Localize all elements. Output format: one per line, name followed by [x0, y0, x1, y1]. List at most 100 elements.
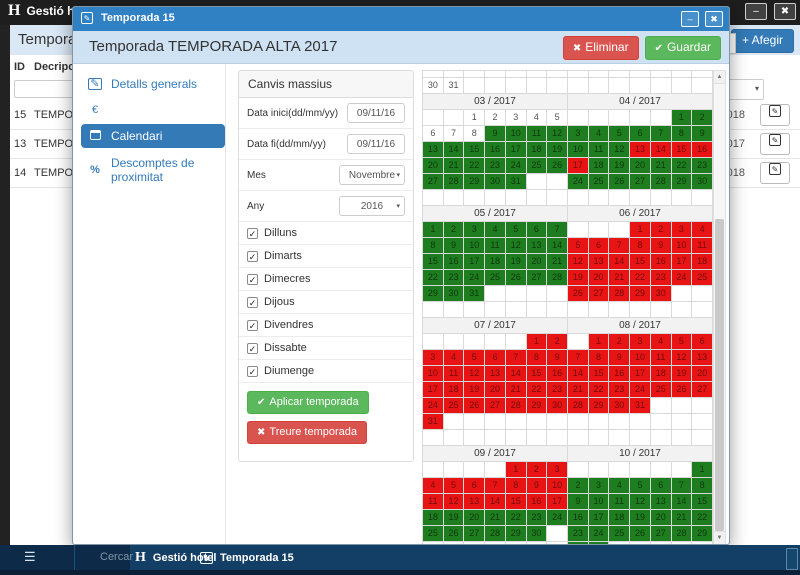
calendar-day-cell[interactable]: 30 — [651, 286, 672, 302]
calendar-day-cell[interactable]: 2 — [444, 222, 465, 238]
nav-item-preus[interactable]: € — [81, 99, 225, 121]
calendar-day-cell[interactable]: 13 — [527, 238, 548, 254]
calendar-day-cell[interactable]: 28 — [444, 174, 465, 190]
year-select[interactable]: 2016 ▾ — [339, 196, 405, 216]
calendar-day-cell[interactable]: 7 — [672, 478, 693, 494]
calendar-day-cell[interactable]: 18 — [423, 510, 444, 526]
calendar-day-cell[interactable]: 27 — [527, 270, 548, 286]
month-select[interactable]: Novembre ▾ — [339, 165, 405, 185]
weekday-checkbox[interactable]: ✓ — [247, 343, 258, 354]
calendar-day-cell[interactable]: 1 — [672, 110, 693, 126]
calendar-day-cell[interactable]: 13 — [485, 366, 506, 382]
calendar-day-cell[interactable]: 28 — [547, 270, 568, 286]
calendar-day-cell[interactable]: 21 — [609, 270, 630, 286]
calendar-day-cell[interactable]: 4 — [485, 222, 506, 238]
calendar-day-cell[interactable]: 21 — [651, 158, 672, 174]
apply-season-button[interactable]: ✔Aplicar temporada — [247, 391, 369, 414]
calendar-day-cell[interactable]: 20 — [630, 158, 651, 174]
calendar-day-cell[interactable]: 16 — [547, 366, 568, 382]
calendar-day-cell[interactable]: 19 — [672, 366, 693, 382]
calendar-day-cell[interactable]: 6 — [423, 126, 444, 142]
calendar-day-cell[interactable]: 13 — [630, 142, 651, 158]
calendar-day-cell[interactable]: 23 — [568, 526, 589, 542]
calendar-day-cell[interactable]: 16 — [651, 254, 672, 270]
calendar-day-cell[interactable]: 25 — [444, 398, 465, 414]
calendar-day-cell[interactable]: 25 — [527, 158, 548, 174]
calendar-day-cell[interactable]: 21 — [485, 510, 506, 526]
calendar-day-cell[interactable]: 3 — [630, 334, 651, 350]
calendar-day-cell[interactable]: 25 — [589, 174, 610, 190]
weekday-checkbox[interactable]: ✓ — [247, 320, 258, 331]
calendar-day-cell[interactable]: 26 — [568, 286, 589, 302]
calendar-day-cell[interactable]: 6 — [692, 334, 713, 350]
delete-button[interactable]: ✖Eliminar — [563, 36, 639, 60]
calendar-day-cell[interactable]: 23 — [651, 270, 672, 286]
window-minimize-button[interactable]: – — [745, 3, 767, 20]
calendar-day-cell[interactable]: 1 — [527, 334, 548, 350]
calendar-day-cell[interactable]: 2 — [692, 110, 713, 126]
scroll-down-arrow[interactable]: ▼ — [714, 531, 725, 544]
save-button[interactable]: ✔Guardar — [645, 36, 721, 60]
calendar-scrollbar[interactable]: ▲ ▼ — [713, 70, 726, 545]
calendar-day-cell[interactable]: 5 — [547, 110, 568, 126]
calendar-day-cell[interactable]: 30 — [444, 286, 465, 302]
calendar-day-cell[interactable]: 6 — [464, 478, 485, 494]
calendar-day-cell[interactable]: 22 — [506, 510, 527, 526]
calendar-day-cell[interactable]: 7 — [609, 238, 630, 254]
calendar-day-cell[interactable]: 31 — [444, 78, 465, 94]
calendar-day-cell[interactable]: 19 — [464, 382, 485, 398]
weekday-checkbox[interactable]: ✓ — [247, 228, 258, 239]
calendar-day-cell[interactable]: 4 — [423, 478, 444, 494]
calendar-day-cell[interactable]: 11 — [589, 142, 610, 158]
calendar-day-cell[interactable]: 17 — [672, 254, 693, 270]
nav-item-detalls-generals[interactable]: ✎ Detalls generals — [81, 72, 225, 96]
weekday-checkbox[interactable]: ✓ — [247, 366, 258, 377]
scrollbar-thumb[interactable] — [715, 219, 724, 531]
calendar-day-cell[interactable]: 1 — [589, 334, 610, 350]
calendar-day-cell[interactable]: 28 — [485, 526, 506, 542]
calendar-day-cell[interactable]: 14 — [568, 366, 589, 382]
start-date-input[interactable] — [347, 103, 405, 123]
nav-item-calendari[interactable]: Calendari — [81, 124, 225, 148]
calendar-day-cell[interactable]: 30 — [423, 78, 444, 94]
calendar-day-cell[interactable]: 12 — [568, 254, 589, 270]
calendar-day-cell[interactable]: 25 — [423, 526, 444, 542]
calendar-day-cell[interactable]: 2 — [609, 334, 630, 350]
calendar-day-cell[interactable]: 8 — [630, 238, 651, 254]
calendar-day-cell[interactable]: 2 — [568, 478, 589, 494]
calendar-day-cell[interactable]: 9 — [609, 350, 630, 366]
calendar-day-cell[interactable]: 26 — [444, 526, 465, 542]
calendar-day-cell[interactable]: 1 — [506, 462, 527, 478]
calendar-day-cell[interactable]: 16 — [485, 142, 506, 158]
calendar-day-cell[interactable]: 20 — [589, 270, 610, 286]
calendar-day-cell[interactable]: 7 — [485, 478, 506, 494]
modal-header[interactable]: ✎ Temporada 15 – ✖ — [73, 7, 729, 31]
calendar-day-cell[interactable]: 8 — [423, 238, 444, 254]
calendar-day-cell[interactable]: 3 — [589, 478, 610, 494]
calendar-day-cell[interactable]: 8 — [692, 478, 713, 494]
calendar-day-cell[interactable]: 9 — [692, 126, 713, 142]
calendar-day-cell[interactable]: 9 — [485, 126, 506, 142]
calendar-day-cell[interactable]: 11 — [423, 494, 444, 510]
taskbar-tray-button[interactable] — [786, 548, 798, 570]
taskbar-menu-button[interactable]: ☰ — [0, 545, 75, 570]
calendar-day-cell[interactable]: 1 — [423, 222, 444, 238]
calendar-day-cell[interactable]: 16 — [444, 254, 465, 270]
calendar-day-cell[interactable]: 18 — [444, 382, 465, 398]
calendar-day-cell[interactable]: 23 — [527, 510, 548, 526]
calendar-day-cell[interactable]: 17 — [547, 494, 568, 510]
calendar-day-cell[interactable]: 15 — [423, 254, 444, 270]
calendar-day-cell[interactable]: 8 — [589, 350, 610, 366]
calendar-day-cell[interactable]: 16 — [692, 142, 713, 158]
calendar-day-cell[interactable]: 27 — [485, 398, 506, 414]
calendar-day-cell[interactable]: 10 — [589, 494, 610, 510]
calendar-day-cell[interactable]: 30 — [692, 174, 713, 190]
calendar-day-cell[interactable]: 7 — [444, 126, 465, 142]
calendar-day-cell[interactable]: 21 — [506, 382, 527, 398]
calendar-day-cell[interactable]: 7 — [506, 350, 527, 366]
calendar-day-cell[interactable]: 11 — [692, 238, 713, 254]
calendar-day-cell[interactable]: 22 — [630, 270, 651, 286]
calendar-day-cell[interactable]: 18 — [527, 142, 548, 158]
calendar-day-cell[interactable]: 18 — [651, 366, 672, 382]
calendar-day-cell[interactable]: 26 — [672, 382, 693, 398]
